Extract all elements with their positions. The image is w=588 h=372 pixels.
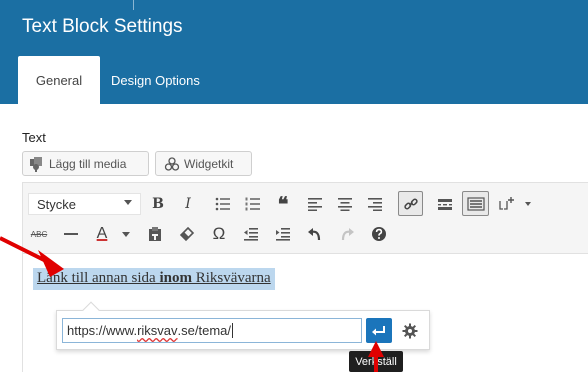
blockquote-icon[interactable]: ❝: [272, 192, 294, 216]
header-divider: [133, 0, 134, 10]
link-url-input[interactable]: https://www. riksvav .se/tema/: [62, 318, 362, 343]
tab-design-options[interactable]: Design Options: [111, 56, 221, 104]
panel-title: Text Block Settings: [22, 16, 183, 37]
numbered-list-icon[interactable]: [242, 193, 264, 215]
align-left-icon[interactable]: [304, 193, 326, 215]
bullet-list-icon[interactable]: [212, 193, 234, 215]
format-select-value: Stycke: [37, 196, 77, 212]
clear-formatting-icon[interactable]: [176, 223, 198, 245]
enter-icon: [372, 325, 385, 335]
outdent-icon[interactable]: [240, 223, 262, 245]
link-text-after: Riksvävarna: [191, 270, 271, 286]
apply-link-button[interactable]: [366, 318, 392, 343]
bold-button[interactable]: B: [147, 193, 169, 215]
columns-add-icon[interactable]: [498, 193, 538, 215]
add-media-button[interactable]: Lägg till media: [22, 151, 149, 176]
undo-icon[interactable]: [304, 223, 326, 245]
settings-header: Text Block Settings General Design Optio…: [0, 0, 588, 104]
special-character-icon[interactable]: Ω: [208, 223, 230, 245]
apply-tooltip: Verkställ: [349, 351, 403, 372]
chevron-down-icon: [124, 200, 132, 205]
selected-link-text[interactable]: Länk till annan sida inom Riksvävarna: [33, 268, 275, 290]
link-icon[interactable]: [398, 191, 423, 216]
help-icon[interactable]: [368, 223, 390, 245]
url-prefix: https://www.: [67, 323, 138, 338]
url-host: riksvav: [137, 323, 178, 338]
link-text-bold: inom: [159, 270, 192, 286]
format-select[interactable]: Stycke: [28, 193, 141, 215]
text-cursor: [232, 323, 233, 338]
indent-icon[interactable]: [272, 223, 294, 245]
horizontal-line-icon[interactable]: [60, 223, 82, 245]
text-field-label: Text: [22, 130, 46, 145]
widgetkit-button[interactable]: Widgetkit: [155, 151, 252, 176]
tab-general[interactable]: General: [18, 56, 100, 104]
align-right-icon[interactable]: [364, 193, 386, 215]
widgetkit-label: Widgetkit: [184, 156, 234, 171]
text-color-dropdown-icon[interactable]: [118, 223, 134, 245]
redo-icon[interactable]: [336, 223, 358, 245]
paste-text-icon[interactable]: [144, 223, 166, 245]
widgetkit-icon: [164, 156, 180, 171]
read-more-icon[interactable]: [434, 193, 456, 215]
strikethrough-icon[interactable]: ABC: [28, 223, 50, 245]
text-color-icon[interactable]: A: [92, 223, 112, 245]
add-media-icon: [30, 156, 42, 172]
italic-button[interactable]: I: [177, 193, 199, 215]
add-media-label: Lägg till media: [49, 156, 127, 171]
keyboard-icon[interactable]: [462, 191, 489, 216]
align-center-icon[interactable]: [334, 193, 356, 215]
link-text-before: Länk till annan sida: [37, 270, 160, 286]
url-suffix: .se/tema/: [177, 323, 231, 338]
gear-icon: [402, 323, 418, 338]
link-settings-button[interactable]: [398, 318, 422, 343]
